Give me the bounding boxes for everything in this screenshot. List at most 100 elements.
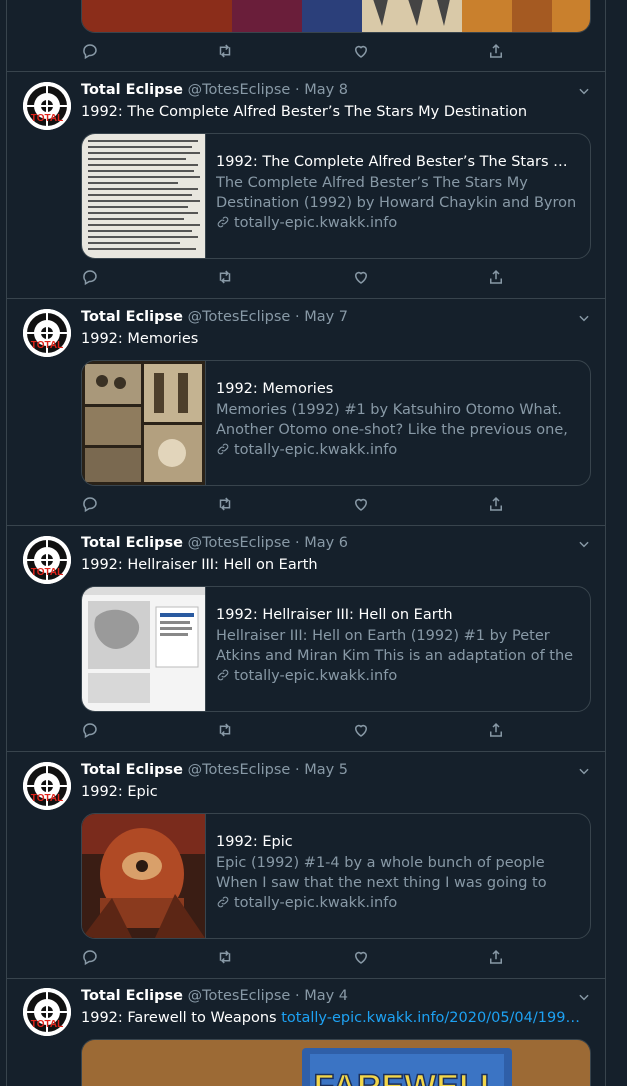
- like-icon: [354, 724, 368, 737]
- link-card[interactable]: 1992: The Complete Alfred Bester’s The S…: [81, 133, 591, 259]
- tweet-link[interactable]: totally-epic.kwakk.info/2020/05/04/199…: [281, 1010, 580, 1026]
- card-domain-text: totally-epic.kwakk.info: [234, 215, 398, 231]
- card-domain: totally-epic.kwakk.info: [216, 895, 578, 911]
- share-button[interactable]: [487, 42, 507, 62]
- caret-down-icon[interactable]: [577, 84, 591, 98]
- avatar[interactable]: TOTAL: [23, 309, 71, 357]
- reply-button[interactable]: [81, 268, 101, 288]
- caret-down-icon[interactable]: [577, 311, 591, 325]
- tweet-date[interactable]: May 8: [304, 82, 348, 98]
- author-name[interactable]: Total Eclipse: [81, 309, 183, 325]
- author-name[interactable]: Total Eclipse: [81, 762, 183, 778]
- reply-button[interactable]: [81, 42, 101, 62]
- tweet[interactable]: TOTAL Total Eclipse @TotesEclipse · May …: [7, 978, 605, 1086]
- tweet-date[interactable]: May 7: [304, 309, 348, 325]
- avatar[interactable]: TOTAL: [23, 536, 71, 584]
- tweet-actions: [81, 268, 531, 288]
- retweet-button[interactable]: [216, 495, 236, 515]
- reply-button[interactable]: [81, 721, 101, 741]
- tweet-previous[interactable]: [7, 0, 605, 72]
- svg-text:TOTAL: TOTAL: [31, 340, 63, 351]
- timeline: TOTAL Total Eclipse @TotesEclipse · May …: [6, 0, 606, 1086]
- card-title: 1992: Memories: [216, 381, 334, 397]
- comic-cover-image: [82, 0, 590, 32]
- tweet-text: 1992: The Complete Alfred Bester’s The S…: [81, 104, 528, 120]
- link-card[interactable]: 1992: Hellraiser III: Hell on Earth Hell…: [81, 586, 591, 712]
- link-icon: [217, 896, 229, 908]
- link-icon: [217, 669, 229, 681]
- total-eclipse-logo: TOTAL: [23, 536, 71, 584]
- like-button[interactable]: [352, 721, 372, 741]
- share-button[interactable]: [487, 721, 507, 741]
- retweet-button[interactable]: [216, 948, 236, 968]
- caret-down-icon[interactable]: [577, 537, 591, 551]
- author-name[interactable]: Total Eclipse: [81, 82, 183, 98]
- tweet[interactable]: TOTAL Total Eclipse @TotesEclipse · May …: [7, 71, 605, 299]
- share-button[interactable]: [487, 268, 507, 288]
- retweet-icon: [219, 950, 231, 964]
- total-eclipse-logo: TOTAL: [23, 82, 71, 130]
- share-icon: [490, 949, 502, 964]
- like-icon: [354, 498, 368, 511]
- like-button[interactable]: [352, 42, 372, 62]
- share-button[interactable]: [487, 948, 507, 968]
- author-handle[interactable]: @TotesEclipse: [188, 762, 291, 778]
- reply-button[interactable]: [81, 495, 101, 515]
- like-icon: [354, 951, 368, 964]
- reply-icon: [83, 497, 97, 513]
- author-name[interactable]: Total Eclipse: [81, 535, 183, 551]
- tweet-media[interactable]: FAREWELL: [81, 1039, 591, 1086]
- author-handle[interactable]: @TotesEclipse: [188, 535, 291, 551]
- reply-icon: [83, 270, 97, 286]
- tweet[interactable]: TOTAL Total Eclipse @TotesEclipse · May …: [7, 525, 605, 752]
- tweet-media[interactable]: [81, 0, 591, 33]
- retweet-button[interactable]: [216, 268, 236, 288]
- tweet-actions: [81, 948, 531, 968]
- separator-dot: ·: [294, 82, 300, 98]
- link-icon: [217, 443, 229, 455]
- tweet-date[interactable]: May 6: [304, 535, 348, 551]
- tweet-header: Total Eclipse @TotesEclipse · May 8: [81, 82, 348, 102]
- share-button[interactable]: [487, 495, 507, 515]
- like-button[interactable]: [352, 495, 372, 515]
- tweet-actions: [81, 495, 531, 515]
- retweet-button[interactable]: [216, 42, 236, 62]
- link-card[interactable]: 1992: Memories Memories (1992) #1 by Kat…: [81, 360, 591, 486]
- avatar[interactable]: TOTAL: [23, 988, 71, 1036]
- retweet-button[interactable]: [216, 721, 236, 741]
- tweet-date[interactable]: May 4: [304, 988, 348, 1004]
- like-button[interactable]: [352, 948, 372, 968]
- card-thumbnail: [82, 361, 206, 485]
- tweet-header: Total Eclipse @TotesEclipse · May 6: [81, 535, 348, 555]
- tweet-date[interactable]: May 5: [304, 762, 348, 778]
- caret-down-icon[interactable]: [577, 764, 591, 778]
- caret-down-icon[interactable]: [577, 990, 591, 1004]
- book-page-image: [82, 134, 205, 258]
- reply-button[interactable]: [81, 948, 101, 968]
- tweet-header: Total Eclipse @TotesEclipse · May 4: [81, 988, 348, 1008]
- author-handle[interactable]: @TotesEclipse: [188, 309, 291, 325]
- reply-icon: [83, 44, 97, 60]
- share-icon: [490, 269, 502, 284]
- card-thumbnail: [82, 587, 206, 711]
- retweet-icon: [219, 723, 231, 737]
- card-body: 1992: Epic Epic (1992) #1-4 by a whole b…: [216, 834, 578, 911]
- author-handle[interactable]: @TotesEclipse: [188, 988, 291, 1004]
- svg-text:TOTAL: TOTAL: [31, 567, 63, 578]
- total-eclipse-logo: TOTAL: [23, 988, 71, 1036]
- link-icon: [217, 216, 229, 228]
- author-name[interactable]: Total Eclipse: [81, 988, 183, 1004]
- link-card[interactable]: 1992: Epic Epic (1992) #1-4 by a whole b…: [81, 813, 591, 939]
- avatar[interactable]: TOTAL: [23, 82, 71, 130]
- tweet[interactable]: TOTAL Total Eclipse @TotesEclipse · May …: [7, 751, 605, 979]
- card-domain: totally-epic.kwakk.info: [216, 442, 578, 458]
- like-button[interactable]: [352, 268, 372, 288]
- author-handle[interactable]: @TotesEclipse: [188, 82, 291, 98]
- tweet-actions: [81, 42, 531, 62]
- svg-text:TOTAL: TOTAL: [31, 793, 63, 804]
- avatar[interactable]: TOTAL: [23, 762, 71, 810]
- tweet-text: 1992: Hellraiser III: Hell on Earth: [81, 557, 318, 573]
- svg-text:TOTAL: TOTAL: [31, 113, 63, 124]
- tweet[interactable]: TOTAL Total Eclipse @TotesEclipse · May …: [7, 298, 605, 526]
- card-domain-text: totally-epic.kwakk.info: [234, 668, 398, 684]
